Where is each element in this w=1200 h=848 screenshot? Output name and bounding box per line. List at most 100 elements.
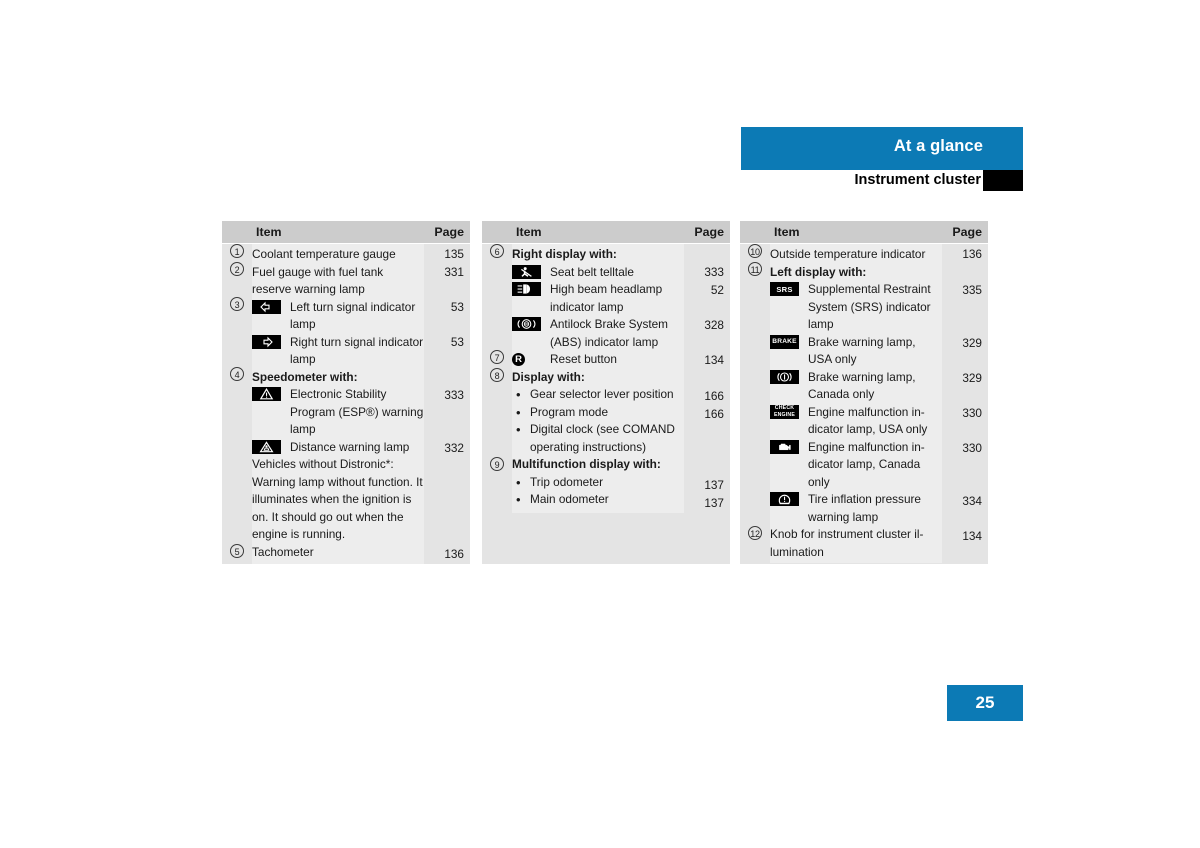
item-number-7: 7 [490, 350, 504, 364]
row-number-cell: 4 [222, 367, 252, 385]
table-row: CHECK ENGINE Engine malfunction in-dicato… [770, 404, 942, 439]
section-header-band: At a glance [741, 127, 1023, 170]
row-number-cell [222, 385, 252, 438]
table-row: Antilock Brake System (ABS) indicator la… [512, 316, 684, 351]
table-row: Tire inflation pressure warning lamp [770, 491, 942, 526]
table-row: • Gear selector lever position [512, 386, 684, 404]
row-page-number: 166 [704, 407, 724, 421]
row-heading: Right display with: [512, 247, 617, 261]
row-page-number: 332 [444, 441, 464, 455]
row-icon-slot [770, 491, 808, 506]
row-page-number: 53 [450, 300, 464, 314]
row-page-number: 135 [444, 247, 464, 261]
table-row: Electronic Stability Program (ESP®) warn… [252, 386, 424, 439]
table-body: 1 2 3 4 5 Coolant temperature gauge Fuel ga… [222, 244, 470, 564]
table-row: • Digital clock (see COMAND operating ins… [512, 421, 684, 456]
row-page-number: 137 [704, 496, 724, 510]
page-column: 333 52 328 134 166 166 137 137 [684, 244, 730, 513]
tire-pressure-icon [770, 492, 799, 506]
row-heading: Left display with: [770, 264, 867, 279]
page-column: 135 331 53 53 333 332 136 [424, 244, 470, 564]
page-title: Instrument cluster [854, 172, 982, 188]
row-heading: Speedometer with: [252, 369, 358, 384]
row-label: Tire inflation pressure warning lamp [808, 492, 921, 524]
row-number-cell [222, 438, 252, 456]
row-number-cell: 11 [740, 262, 770, 280]
row-number-cell [482, 404, 512, 422]
row-page-number: 134 [704, 353, 724, 367]
row-page-number: 52 [710, 283, 724, 297]
page-column: 136 335 329 329 330 330 334 134 [942, 244, 988, 563]
item-number-10: 10 [748, 244, 762, 258]
row-label: Outside temperature indicator [770, 247, 926, 261]
item-number-1: 1 [230, 244, 244, 258]
row-number-cell: 9 [482, 457, 512, 475]
row-number-cell [482, 386, 512, 404]
row-icon-slot: BRAKE [770, 334, 808, 349]
row-page-number [684, 370, 730, 388]
table-row: Coolant temperature gauge [252, 246, 424, 264]
row-icon-slot [512, 281, 550, 296]
row-label: Tachometer [252, 544, 314, 559]
brake-canada-icon [770, 369, 799, 384]
row-number-cell [482, 475, 512, 493]
row-label: Digital clock (see COMAND operating inst… [530, 422, 675, 454]
row-label: Coolant temperature gauge [252, 247, 396, 261]
row-page-number: 330 [962, 441, 982, 455]
table-row: Outside temperature indicator [770, 246, 942, 264]
row-number-cell: 5 [222, 544, 252, 562]
row-label: Knob for instrument cluster il-luminatio… [770, 527, 924, 559]
table-row: Vehicles without Distronic*: Warning lam… [252, 456, 424, 544]
gutter-column: 10 11 12 [740, 244, 770, 563]
table-row: Tachometer [252, 544, 424, 562]
bullet-glyph: • [516, 404, 521, 420]
row-number-cell [222, 332, 252, 367]
row-icon-slot [252, 439, 290, 454]
esp-warning-icon [252, 387, 281, 401]
row-number-cell [740, 368, 770, 403]
item-number-3: 3 [230, 297, 244, 311]
row-label: Program mode [530, 404, 609, 419]
header-page: Page [684, 221, 730, 243]
table-body: 10 11 12 Outside temperature indicator Lef… [740, 244, 988, 564]
table-row: Left turn signal indicator lamp [252, 299, 424, 334]
table-column-2: Item Page 6 7 8 9 Right display with: Sea… [482, 221, 730, 564]
distance-warning-icon [252, 439, 281, 454]
row-page-number [684, 246, 730, 264]
row-number-cell [740, 491, 770, 526]
row-label: Engine malfunction in-dicator lamp, Cana… [808, 439, 925, 489]
row-number-cell [482, 315, 512, 350]
header-item: Item [512, 221, 684, 243]
row-icon-slot [252, 334, 290, 349]
header-page: Page [942, 221, 988, 243]
table-header-row: Item Page [482, 221, 730, 244]
row-icon-slot [252, 386, 290, 401]
row-label: Reset button [550, 352, 617, 366]
row-icon-slot [770, 369, 808, 384]
row-page-number: 134 [962, 529, 982, 543]
check-engine-usa-icon: CHECK ENGINE [770, 404, 799, 419]
table-row: High beam headlamp indicator lamp [512, 281, 684, 316]
item-number-6: 6 [490, 244, 504, 258]
table-row: BRAKE Brake warning lamp, USA only [770, 334, 942, 369]
item-number-4: 4 [230, 367, 244, 381]
row-page-number: 334 [962, 494, 982, 508]
row-label: Trip odometer [530, 474, 603, 489]
row-label: Supplemental Restraint System (SRS) indi… [808, 282, 931, 331]
table-column-1: Item Page 1 2 3 4 5 Coolant temperature ga… [222, 221, 470, 564]
row-page-number: 333 [704, 265, 724, 279]
row-page-number: 136 [962, 247, 982, 261]
table-column-3: Item Page 10 11 12 Outside temperature in… [740, 221, 988, 564]
abs-icon [512, 317, 541, 331]
item-number-5: 5 [230, 544, 244, 558]
row-page-number [424, 369, 470, 387]
header-gutter [482, 221, 512, 243]
content-column: Coolant temperature gauge Fuel gauge with… [252, 244, 424, 564]
table-row: • Program mode [512, 404, 684, 422]
row-label: Right turn signal indicator lamp [290, 334, 424, 367]
table-row: Knob for instrument cluster il-luminatio… [770, 526, 942, 561]
subheader-black-block [983, 170, 1023, 191]
row-number-cell: 1 [222, 244, 252, 262]
row-page-number [942, 264, 988, 282]
table-body: 6 7 8 9 Right display with: Seat belt tel… [482, 244, 730, 564]
